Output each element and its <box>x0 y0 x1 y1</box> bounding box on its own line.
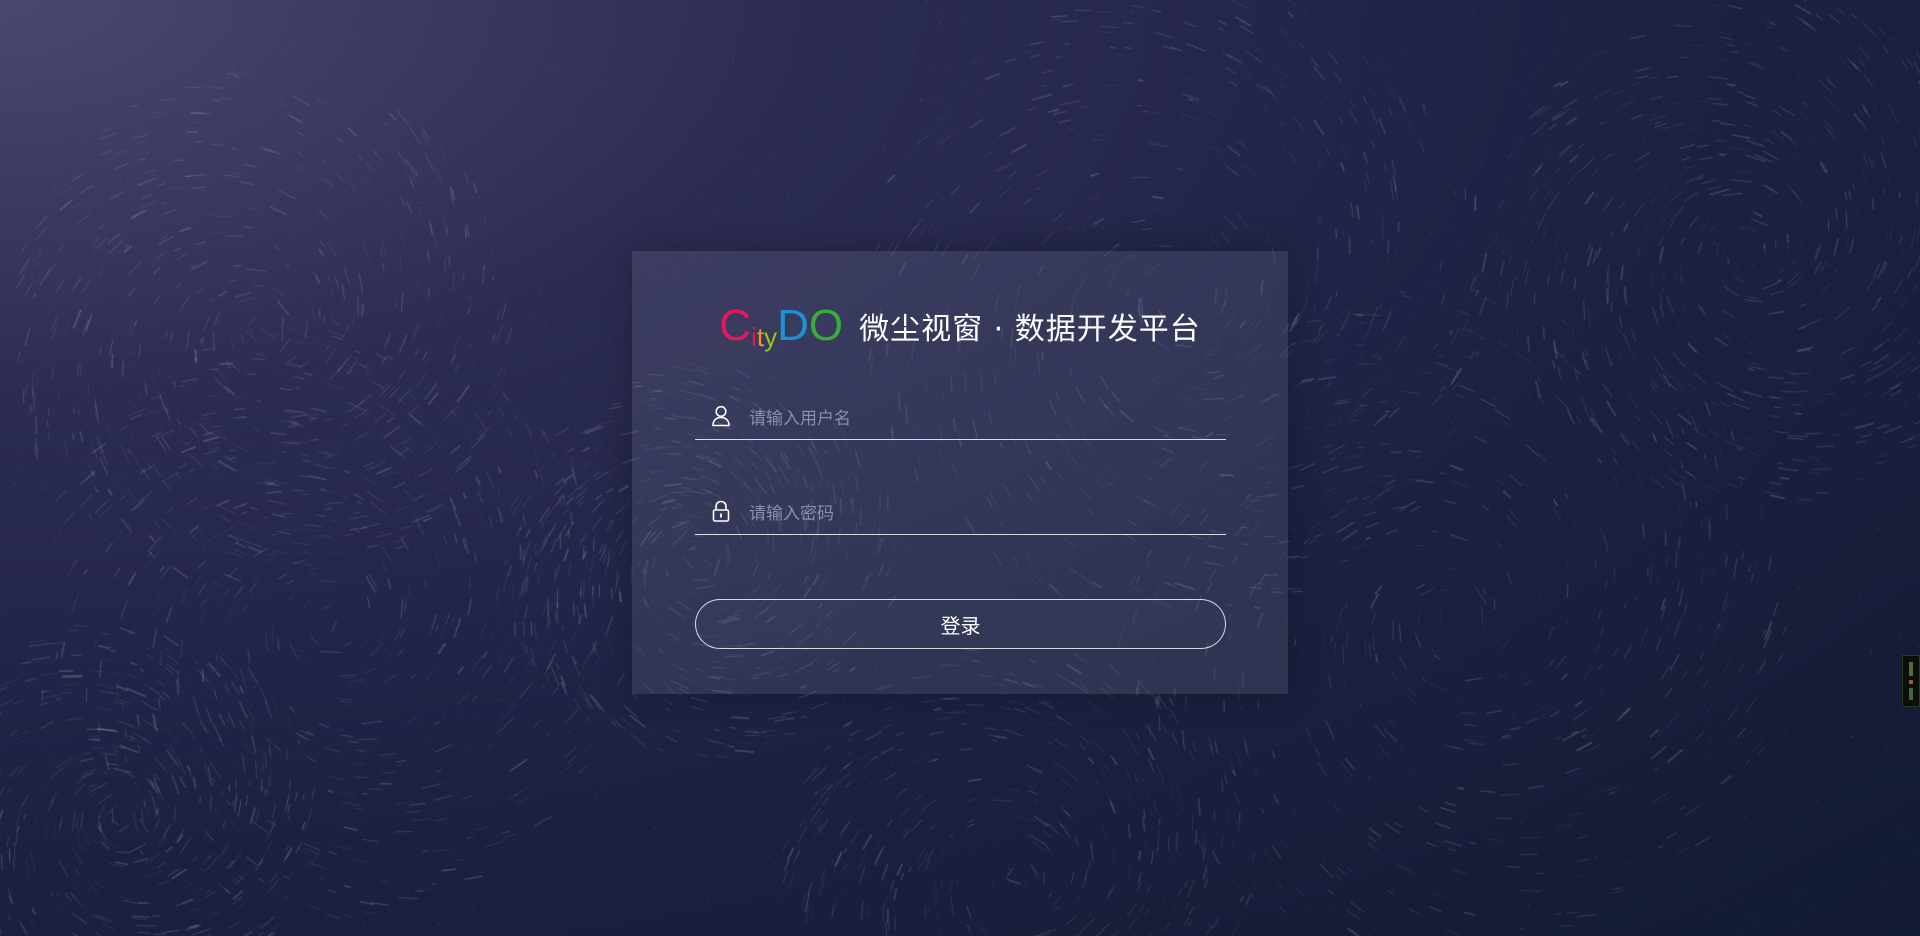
widget-bar <box>1909 680 1913 684</box>
logo-letter-y: y <box>764 322 778 352</box>
logo-letter-c: C <box>719 301 752 350</box>
password-input[interactable]: 请输入密码 <box>749 499 834 524</box>
login-button[interactable]: 登录 <box>695 599 1226 649</box>
login-card: C i t y D O 微尘视窗 · 数据开发平台 请输入用户名 请输入密码 登 <box>632 251 1288 694</box>
citydo-logo: C i t y D O <box>719 301 844 353</box>
logo-letter-o: O <box>808 301 844 350</box>
page-title: 微尘视窗 · 数据开发平台 <box>859 312 1201 347</box>
logo-letter-d: D <box>777 301 809 350</box>
user-icon <box>701 396 741 436</box>
logo-letter-t: t <box>756 322 765 352</box>
brand-header: C i t y D O 微尘视窗 · 数据开发平台 <box>632 301 1288 353</box>
widget-bar <box>1909 662 1913 676</box>
password-field[interactable]: 请输入密码 <box>695 488 1226 535</box>
username-input[interactable]: 请输入用户名 <box>749 404 851 429</box>
lock-icon <box>701 491 741 531</box>
side-floating-widget[interactable] <box>1902 655 1920 707</box>
username-field[interactable]: 请输入用户名 <box>695 393 1226 440</box>
widget-bar <box>1909 688 1913 700</box>
